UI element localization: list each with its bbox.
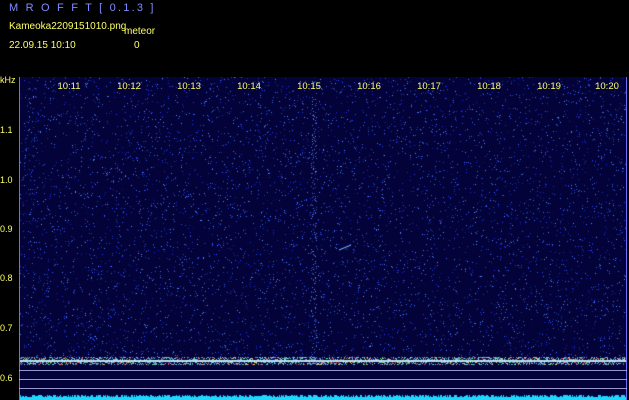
x-tick-label: 10:18 [477, 81, 501, 92]
y-tick-label: 1.0 [0, 175, 13, 185]
baseline-middle [19, 379, 627, 380]
x-tick-label: 10:14 [237, 81, 261, 92]
y-tick-label: 0.8 [0, 273, 13, 283]
x-tick-label: 10:20 [595, 81, 619, 92]
spectrogram-canvas [19, 77, 627, 400]
capture-datetime: 22.09.15 10:10 [9, 40, 76, 51]
x-tick-label: 10:16 [357, 81, 381, 92]
y-tick-label: 1.1 [0, 125, 13, 135]
x-tick-label: 10:15 [297, 81, 321, 92]
file-name: Kameoka2209151010.png [9, 21, 127, 32]
app-title: M R O F F T [ 0.1.3 ] [9, 2, 156, 14]
x-tick-label: 10:13 [177, 81, 201, 92]
x-tick-label: 10:11 [57, 81, 81, 92]
x-tick-label: 10:17 [417, 81, 441, 92]
meteor-label: meteor [124, 26, 156, 37]
spectrogram-plot [19, 77, 627, 400]
meteor-count: 0 [134, 40, 140, 51]
baseline-upper [19, 370, 627, 371]
y-tick-label: 0.7 [0, 323, 13, 333]
x-tick-label: 10:12 [117, 81, 141, 92]
y-axis-unit: kHz [0, 75, 16, 85]
y-tick-label: 0.9 [0, 224, 13, 234]
baseline-lower [19, 388, 627, 389]
x-tick-label: 10:19 [537, 81, 561, 92]
y-tick-label: 0.6 [0, 373, 13, 383]
